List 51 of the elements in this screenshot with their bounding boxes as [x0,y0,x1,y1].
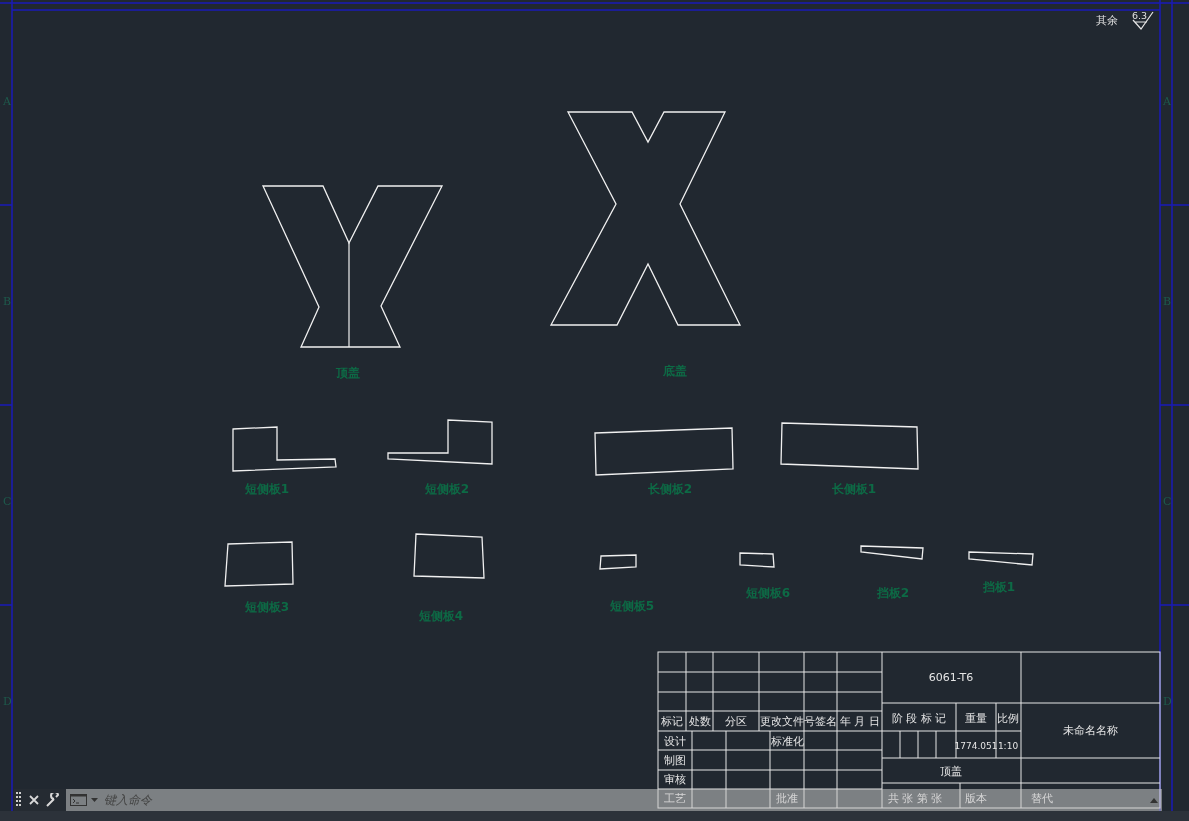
sheet-text: 共 张 第 张 [888,792,943,805]
command-menu-button[interactable] [66,789,100,811]
scale-value: 1:10 [997,741,1019,751]
history-button[interactable] [1146,789,1162,811]
roughness-value: 6.3 [1132,10,1148,21]
part-label: 短侧板6 [745,586,791,600]
table-header: 处数 [689,715,711,728]
table-header: 替代 [1031,792,1053,805]
part-name: 顶盖 [940,765,962,778]
part-outline [968,551,1034,566]
table-header: 版本 [965,792,987,805]
table-header: 更改文件号签名 [759,715,837,728]
weight-value: 1774.051 [954,741,998,751]
table-row-label: 制图 [664,754,686,767]
table-row-label: 审核 [664,773,686,786]
part-outline [224,541,294,587]
roughness-symbol-icon [1132,11,1154,30]
table-cell: 批准 [776,792,798,805]
part-label: 短侧板2 [424,482,470,496]
terminal-icon[interactable] [70,794,87,806]
table-header: 重量 [965,712,987,725]
part-label: 短侧板3 [244,600,290,614]
part-label: 短侧板1 [244,482,290,496]
close-icon[interactable] [29,795,39,805]
grip-icon[interactable] [16,792,22,808]
table-header: 年 月 日 [840,715,880,728]
table-header: 标记 [661,715,683,728]
part-label: 挡板2 [876,586,910,600]
part-label: 短侧板4 [418,609,464,623]
part-label: 底盖 [663,364,687,378]
part-label: 短侧板5 [609,599,655,613]
material-text: 6061-T6 [928,671,974,684]
table-header: 分区 [725,715,747,728]
wrench-icon[interactable] [46,793,60,807]
table-row-label: 工艺 [664,792,686,805]
table-header: 比例 [997,712,1019,725]
caret-icon[interactable] [91,798,98,802]
drawing-name: 未命名名称 [1062,724,1118,737]
part-label: 长侧板2 [647,482,693,496]
part-outline [599,554,637,570]
table-cell: 标准化 [770,735,804,748]
part-outline [739,552,775,568]
part-outline [860,545,924,560]
table-header: 阶 段 标 记 [891,712,947,725]
up-arrow-icon[interactable] [1150,797,1158,803]
part-label: 顶盖 [336,366,360,380]
table-row-label: 设计 [664,735,686,748]
surface-note-label: 其余 [1096,14,1118,27]
part-label: 挡板1 [982,580,1016,594]
part-outline [413,533,485,579]
part-label: 长侧板1 [831,482,877,496]
